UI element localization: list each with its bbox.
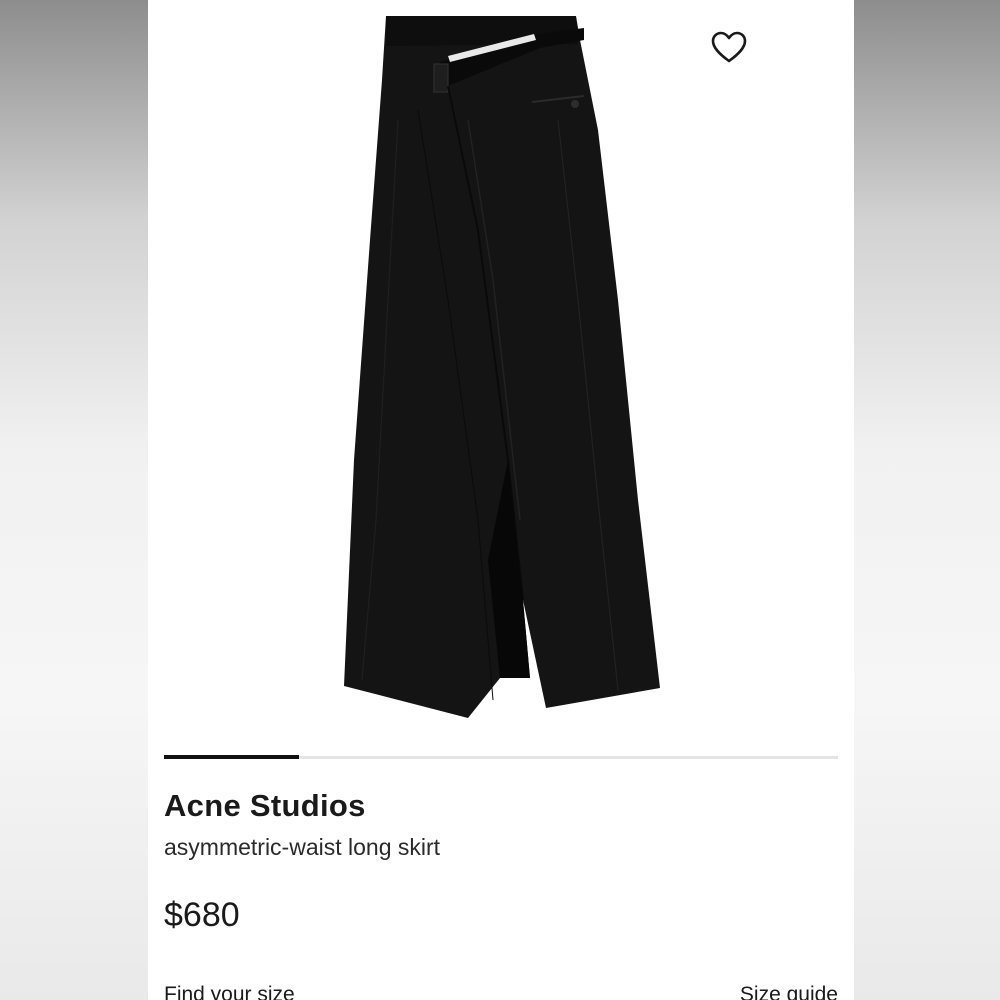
product-card: Acne Studios asymmetric-waist long skirt… (148, 0, 854, 1000)
favorite-button[interactable] (710, 30, 748, 64)
product-price: $680 (164, 896, 240, 934)
product-image[interactable] (148, 0, 854, 740)
size-guide-link[interactable]: Size guide (740, 983, 838, 1000)
find-your-size-link[interactable]: Find your size (164, 983, 295, 1000)
heart-outline-icon (711, 31, 747, 63)
skirt-illustration (344, 16, 660, 718)
brand-name[interactable]: Acne Studios (164, 788, 366, 824)
gallery-progress-track (164, 755, 838, 759)
background-blur-left (0, 0, 148, 1000)
gallery-progress-indicator (164, 755, 299, 759)
background-blur-right (854, 0, 1000, 1000)
product-description: asymmetric-waist long skirt (164, 834, 441, 860)
